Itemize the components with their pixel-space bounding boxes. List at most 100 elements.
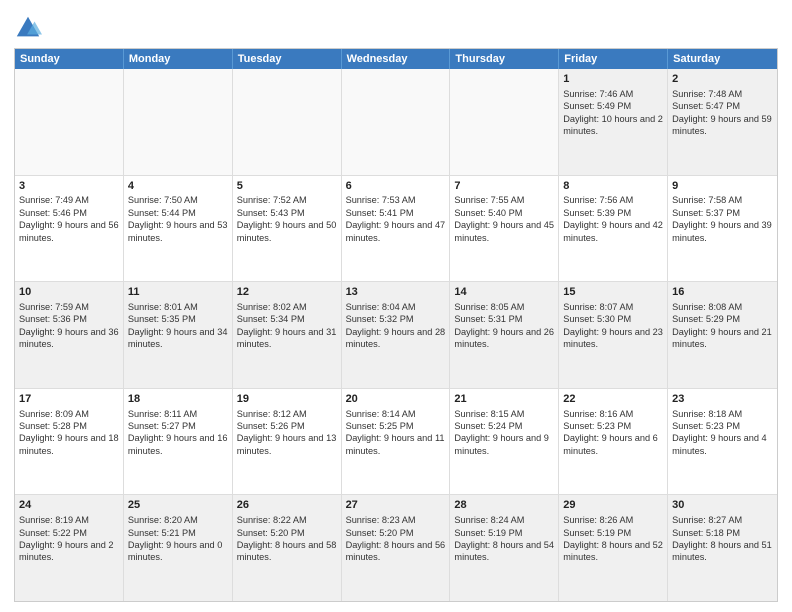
page: SundayMondayTuesdayWednesdayThursdayFrid… [0,0,792,612]
calendar-cell: 17 Sunrise: 8:09 AM Sunset: 5:28 PM Dayli… [15,389,124,495]
day-info: Sunrise: 7:58 AM Sunset: 5:37 PM Dayligh… [672,195,772,242]
day-number: 13 [346,285,446,300]
day-info: Sunrise: 7:46 AM Sunset: 5:49 PM Dayligh… [563,89,663,136]
calendar-cell: 18 Sunrise: 8:11 AM Sunset: 5:27 PM Dayli… [124,389,233,495]
calendar-cell: 4Sunrise: 7:50 AM Sunset: 5:44 PM Daylig… [124,176,233,282]
calendar-cell [450,69,559,175]
day-info: Sunrise: 8:12 AM Sunset: 5:26 PM Dayligh… [237,409,337,456]
day-info: Sunrise: 8:05 AM Sunset: 5:31 PM Dayligh… [454,302,554,349]
day-number: 4 [128,179,228,194]
calendar-cell: 26 Sunrise: 8:22 AM Sunset: 5:20 PM Dayli… [233,495,342,601]
calendar-cell: 14 Sunrise: 8:05 AM Sunset: 5:31 PM Dayli… [450,282,559,388]
day-number: 2 [672,72,773,87]
day-info: Sunrise: 8:24 AM Sunset: 5:19 PM Dayligh… [454,515,554,562]
day-info: Sunrise: 8:04 AM Sunset: 5:32 PM Dayligh… [346,302,446,349]
day-info: Sunrise: 8:20 AM Sunset: 5:21 PM Dayligh… [128,515,223,562]
calendar-cell [342,69,451,175]
day-number: 27 [346,498,446,513]
calendar-cell: 27 Sunrise: 8:23 AM Sunset: 5:20 PM Dayli… [342,495,451,601]
day-info: Sunrise: 8:07 AM Sunset: 5:30 PM Dayligh… [563,302,663,349]
day-info: Sunrise: 7:49 AM Sunset: 5:46 PM Dayligh… [19,195,119,242]
day-info: Sunrise: 8:01 AM Sunset: 5:35 PM Dayligh… [128,302,228,349]
day-number: 26 [237,498,337,513]
day-number: 17 [19,392,119,407]
calendar-cell: 11 Sunrise: 8:01 AM Sunset: 5:35 PM Dayli… [124,282,233,388]
calendar-cell: 19 Sunrise: 8:12 AM Sunset: 5:26 PM Dayli… [233,389,342,495]
day-number: 25 [128,498,228,513]
day-number: 7 [454,179,554,194]
cal-header-day: Thursday [450,49,559,69]
day-number: 28 [454,498,554,513]
calendar-cell: 15 Sunrise: 8:07 AM Sunset: 5:30 PM Dayli… [559,282,668,388]
calendar-cell: 6Sunrise: 7:53 AM Sunset: 5:41 PM Daylig… [342,176,451,282]
logo [14,14,46,42]
day-info: Sunrise: 7:48 AM Sunset: 5:47 PM Dayligh… [672,89,772,136]
day-info: Sunrise: 8:11 AM Sunset: 5:27 PM Dayligh… [128,409,228,456]
day-info: Sunrise: 8:08 AM Sunset: 5:29 PM Dayligh… [672,302,772,349]
day-info: Sunrise: 8:27 AM Sunset: 5:18 PM Dayligh… [672,515,772,562]
day-number: 10 [19,285,119,300]
calendar-cell: 29 Sunrise: 8:26 AM Sunset: 5:19 PM Dayli… [559,495,668,601]
calendar-cell: 21 Sunrise: 8:15 AM Sunset: 5:24 PM Dayli… [450,389,559,495]
header [14,10,778,42]
calendar-cell: 16Sunrise: 8:08 AM Sunset: 5:29 PM Dayli… [668,282,777,388]
day-number: 11 [128,285,228,300]
calendar-cell [15,69,124,175]
calendar-cell: 20Sunrise: 8:14 AM Sunset: 5:25 PM Dayli… [342,389,451,495]
day-number: 22 [563,392,663,407]
cal-header-day: Monday [124,49,233,69]
cal-header-day: Friday [559,49,668,69]
calendar-cell: 3Sunrise: 7:49 AM Sunset: 5:46 PM Daylig… [15,176,124,282]
calendar-cell: 7Sunrise: 7:55 AM Sunset: 5:40 PM Daylig… [450,176,559,282]
day-number: 3 [19,179,119,194]
cal-header-day: Wednesday [342,49,451,69]
day-info: Sunrise: 7:53 AM Sunset: 5:41 PM Dayligh… [346,195,446,242]
calendar-cell: 8Sunrise: 7:56 AM Sunset: 5:39 PM Daylig… [559,176,668,282]
day-number: 19 [237,392,337,407]
calendar: SundayMondayTuesdayWednesdayThursdayFrid… [14,48,778,602]
calendar-cell: 13 Sunrise: 8:04 AM Sunset: 5:32 PM Dayli… [342,282,451,388]
day-number: 24 [19,498,119,513]
day-number: 12 [237,285,337,300]
calendar-row: 24 Sunrise: 8:19 AM Sunset: 5:22 PM Dayli… [15,495,777,601]
day-number: 6 [346,179,446,194]
day-info: Sunrise: 8:15 AM Sunset: 5:24 PM Dayligh… [454,409,549,456]
day-info: Sunrise: 8:22 AM Sunset: 5:20 PM Dayligh… [237,515,337,562]
calendar-cell: 22 Sunrise: 8:16 AM Sunset: 5:23 PM Dayli… [559,389,668,495]
calendar-cell: 23Sunrise: 8:18 AM Sunset: 5:23 PM Dayli… [668,389,777,495]
calendar-row: 17 Sunrise: 8:09 AM Sunset: 5:28 PM Dayli… [15,389,777,496]
calendar-row: 10Sunrise: 7:59 AM Sunset: 5:36 PM Dayli… [15,282,777,389]
day-info: Sunrise: 7:55 AM Sunset: 5:40 PM Dayligh… [454,195,554,242]
day-number: 14 [454,285,554,300]
calendar-cell: 9Sunrise: 7:58 AM Sunset: 5:37 PM Daylig… [668,176,777,282]
day-info: Sunrise: 8:26 AM Sunset: 5:19 PM Dayligh… [563,515,663,562]
day-number: 20 [346,392,446,407]
calendar-cell: 25 Sunrise: 8:20 AM Sunset: 5:21 PM Dayli… [124,495,233,601]
day-info: Sunrise: 8:09 AM Sunset: 5:28 PM Dayligh… [19,409,119,456]
day-number: 15 [563,285,663,300]
calendar-cell: 5Sunrise: 7:52 AM Sunset: 5:43 PM Daylig… [233,176,342,282]
cal-header-day: Saturday [668,49,777,69]
day-info: Sunrise: 8:02 AM Sunset: 5:34 PM Dayligh… [237,302,337,349]
day-number: 21 [454,392,554,407]
day-number: 1 [563,72,663,87]
calendar-cell: 30Sunrise: 8:27 AM Sunset: 5:18 PM Dayli… [668,495,777,601]
calendar-row: 1 Sunrise: 7:46 AM Sunset: 5:49 PM Daylig… [15,69,777,176]
day-info: Sunrise: 7:56 AM Sunset: 5:39 PM Dayligh… [563,195,663,242]
calendar-body: 1 Sunrise: 7:46 AM Sunset: 5:49 PM Daylig… [15,69,777,601]
day-info: Sunrise: 8:18 AM Sunset: 5:23 PM Dayligh… [672,409,767,456]
day-info: Sunrise: 8:16 AM Sunset: 5:23 PM Dayligh… [563,409,658,456]
calendar-cell: 2 Sunrise: 7:48 AM Sunset: 5:47 PM Daylig… [668,69,777,175]
calendar-row: 3Sunrise: 7:49 AM Sunset: 5:46 PM Daylig… [15,176,777,283]
day-number: 18 [128,392,228,407]
day-info: Sunrise: 8:23 AM Sunset: 5:20 PM Dayligh… [346,515,446,562]
cal-header-day: Sunday [15,49,124,69]
calendar-cell [233,69,342,175]
day-number: 8 [563,179,663,194]
day-info: Sunrise: 8:19 AM Sunset: 5:22 PM Dayligh… [19,515,114,562]
day-info: Sunrise: 7:52 AM Sunset: 5:43 PM Dayligh… [237,195,337,242]
day-number: 29 [563,498,663,513]
day-info: Sunrise: 7:50 AM Sunset: 5:44 PM Dayligh… [128,195,228,242]
calendar-cell: 10Sunrise: 7:59 AM Sunset: 5:36 PM Dayli… [15,282,124,388]
calendar-cell: 12 Sunrise: 8:02 AM Sunset: 5:34 PM Dayli… [233,282,342,388]
